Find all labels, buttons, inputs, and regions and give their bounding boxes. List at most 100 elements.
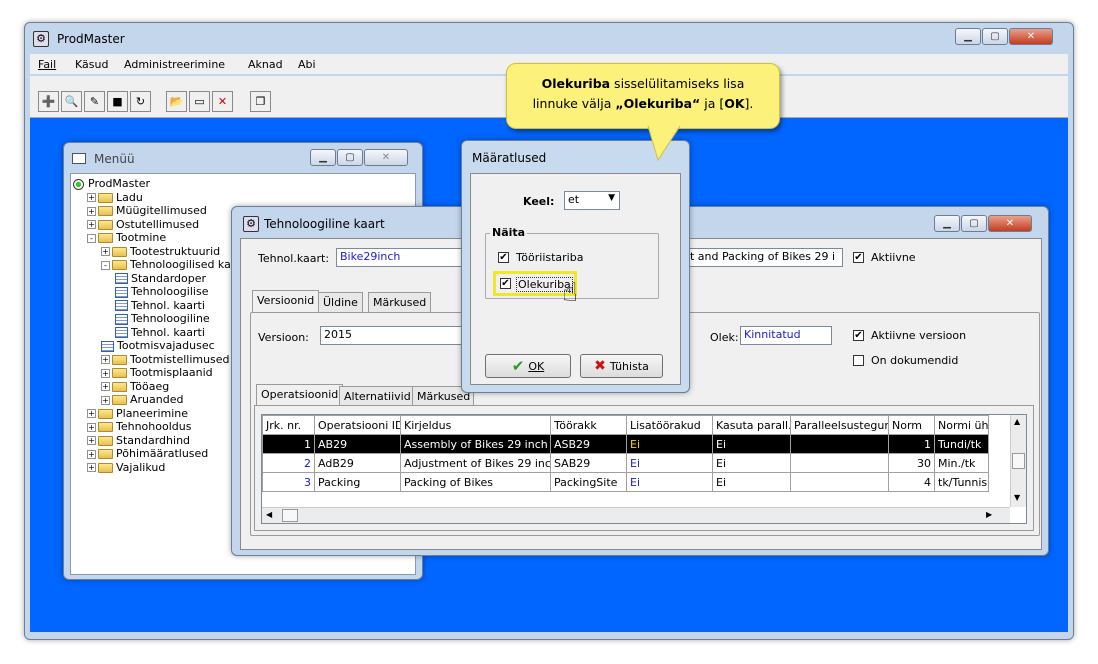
menu-tree-item[interactable]: + Vajalikud	[87, 461, 165, 474]
column-header[interactable]: Paralleelsustegur	[790, 415, 889, 435]
toolbar-checkbox[interactable]: ✔	[498, 252, 509, 263]
vertical-scrollbar[interactable]: ▲ ▼	[1010, 415, 1026, 507]
menu-tree-item[interactable]: ProdMaster	[73, 177, 150, 190]
menu-tree-item[interactable]: + Põhimääratlused	[87, 447, 208, 460]
expand-icon[interactable]: +	[87, 220, 96, 229]
tech-card-maximize[interactable]: ▢	[961, 215, 987, 232]
menu-tree-item[interactable]: + Müügitellimused	[87, 204, 207, 217]
scroll-h-thumb[interactable]	[282, 509, 298, 522]
toolbar-open-folder-icon[interactable]: 📂	[166, 91, 187, 112]
scroll-right-arrow[interactable]: ▶	[986, 510, 992, 519]
toolbar-refresh-icon[interactable]: ↻	[130, 91, 151, 112]
collapse-icon[interactable]: -	[101, 260, 110, 270]
table-row[interactable]: 2 AdB29 Adjustment of Bikes 29 inch SAB29 Ei…	[262, 453, 989, 473]
menu-tree-item[interactable]: Tehnol. kaarti	[115, 326, 205, 339]
menu-tree-item[interactable]: Standardoper	[115, 272, 206, 285]
toolbar-edit-icon[interactable]: ✎	[84, 91, 105, 112]
table-cell: AdB29	[314, 453, 401, 473]
documents-checkbox[interactable]	[853, 355, 864, 366]
menu-aknad[interactable]: Aknad	[248, 58, 283, 71]
expand-icon[interactable]: +	[87, 463, 96, 472]
subtab-operatsioonid[interactable]: Operatsioonid	[256, 384, 344, 406]
active-checkbox[interactable]: ✔	[853, 252, 864, 263]
menu-tree-item[interactable]: + Planeerimine	[87, 407, 188, 420]
expand-icon[interactable]: +	[101, 247, 110, 256]
menu-kasud[interactable]: Käsud	[75, 58, 108, 71]
expand-icon[interactable]: +	[87, 206, 96, 216]
tab-versioonid[interactable]: Versioonid	[252, 290, 320, 312]
tech-card-close[interactable]: ✕	[988, 215, 1032, 232]
column-header[interactable]: Normi ühik	[934, 415, 989, 435]
collapse-icon[interactable]: -	[87, 233, 96, 243]
toolbar-window-icon[interactable]: ▭	[189, 91, 210, 112]
expand-icon[interactable]: +	[101, 355, 110, 364]
menu-tree-item[interactable]: + Tootmistellimused	[101, 353, 230, 366]
menu-tree-item[interactable]: + Tehnohooldus	[87, 420, 191, 433]
table-row[interactable]: 3 Packing Packing of Bikes PackingSite Ei Ei 4…	[262, 472, 989, 492]
scroll-up-arrow[interactable]: ▲	[1014, 417, 1020, 426]
toolbar-find-icon[interactable]: 🔍	[61, 91, 82, 112]
expand-icon[interactable]: +	[87, 409, 96, 418]
column-header[interactable]: Jrk. nr.	[262, 415, 315, 435]
menu-tree-item[interactable]: Tehnoloogiline	[115, 312, 210, 325]
expand-icon[interactable]: +	[101, 395, 110, 405]
scroll-left-arrow[interactable]: ◀	[266, 510, 272, 519]
horizontal-scrollbar[interactable]: ◀ ▶	[262, 507, 1010, 523]
menu-window-maximize[interactable]: ▢	[337, 149, 363, 166]
menu-abi[interactable]: Abi	[298, 58, 316, 71]
subtab-alternatiivid[interactable]: Alternatiivid	[339, 386, 416, 406]
menu-tree-item[interactable]: + Ostutellimused	[87, 218, 199, 231]
tab-uldine[interactable]: Üldine	[318, 292, 363, 312]
statusbar-checkbox[interactable]: ✔	[500, 278, 511, 289]
tech-card-input[interactable]: Bike29inch	[336, 248, 466, 267]
menu-window-minimize[interactable]: ▁	[310, 149, 336, 166]
menu-window-close[interactable]: ✕	[364, 149, 408, 166]
column-header[interactable]: Töörakk	[550, 415, 627, 435]
column-header[interactable]: Kasuta parall.	[712, 415, 791, 435]
menu-tree-item[interactable]: + Tootmisplaanid	[101, 366, 213, 379]
ok-button[interactable]: ✔ OK	[485, 354, 571, 378]
column-header[interactable]: Kirjeldus	[400, 415, 551, 435]
active-version-checkbox[interactable]: ✔	[853, 330, 864, 341]
maximize-button[interactable]: ▢	[982, 28, 1008, 45]
menu-administreerimine[interactable]: Administreerimine	[124, 58, 225, 71]
menu-tree-item[interactable]: + Ladu	[87, 191, 143, 204]
expand-icon[interactable]: +	[87, 436, 96, 445]
table-row[interactable]: 1 AB29 Assembly of Bikes 29 inch ASB29 Ei Ei 1…	[262, 434, 989, 454]
menu-tree-item[interactable]: Tehnoloogilise	[115, 285, 208, 298]
column-header[interactable]: Operatsiooni ID	[314, 415, 401, 435]
checkmark-icon: ✔	[511, 357, 525, 375]
scroll-thumb[interactable]	[1012, 453, 1025, 469]
version-input[interactable]: 2015	[320, 326, 466, 345]
column-header[interactable]: Lisatöörakud	[626, 415, 713, 435]
expand-icon[interactable]: +	[87, 193, 96, 202]
expand-icon[interactable]: +	[87, 422, 96, 432]
column-header[interactable]: Norm	[888, 415, 935, 435]
expand-icon[interactable]: +	[87, 449, 96, 459]
toolbar-stop-icon[interactable]: ■	[107, 91, 128, 112]
expand-icon[interactable]: +	[101, 382, 110, 391]
tab-markused[interactable]: Märkused	[368, 292, 432, 312]
toolbar-add-icon[interactable]: ➕	[38, 91, 59, 112]
close-button[interactable]: ✕	[1009, 28, 1053, 45]
menu-tree-item[interactable]: + Tootestruktuurid	[101, 245, 220, 258]
status-input[interactable]: Kinnitatud	[740, 326, 832, 345]
menu-fail[interactable]: Fail	[38, 58, 56, 71]
tech-card-minimize[interactable]: ▁	[934, 215, 960, 232]
toolbar-copy-icon[interactable]: ❐	[250, 91, 271, 112]
expand-icon[interactable]: +	[101, 368, 110, 378]
menu-tree-item[interactable]: - Tootmine	[87, 231, 166, 244]
menu-tree-item[interactable]: Tootmisvajadusec	[101, 339, 215, 352]
menu-tree-item[interactable]: Tehnol. kaarti	[115, 299, 205, 312]
toolbar-delete-icon[interactable]: ✕	[212, 91, 233, 112]
language-select[interactable]: et ▼	[564, 191, 620, 210]
scroll-down-arrow[interactable]: ▼	[1014, 493, 1020, 502]
minimize-button[interactable]: ▁	[955, 28, 981, 45]
menu-tree-item[interactable]: + Tööaeg	[101, 380, 169, 393]
cancel-button[interactable]: ✖ Tühista	[580, 354, 663, 378]
menu-tree-item[interactable]: - Tehnoloogilised ka	[101, 258, 231, 271]
folder-icon	[98, 206, 113, 216]
menu-tree-item[interactable]: + Aruanded	[101, 393, 183, 406]
menu-tree-item[interactable]: + Standardhind	[87, 434, 190, 447]
tech-card-description[interactable]: nt and Packing of Bikes 29 i	[683, 248, 843, 267]
